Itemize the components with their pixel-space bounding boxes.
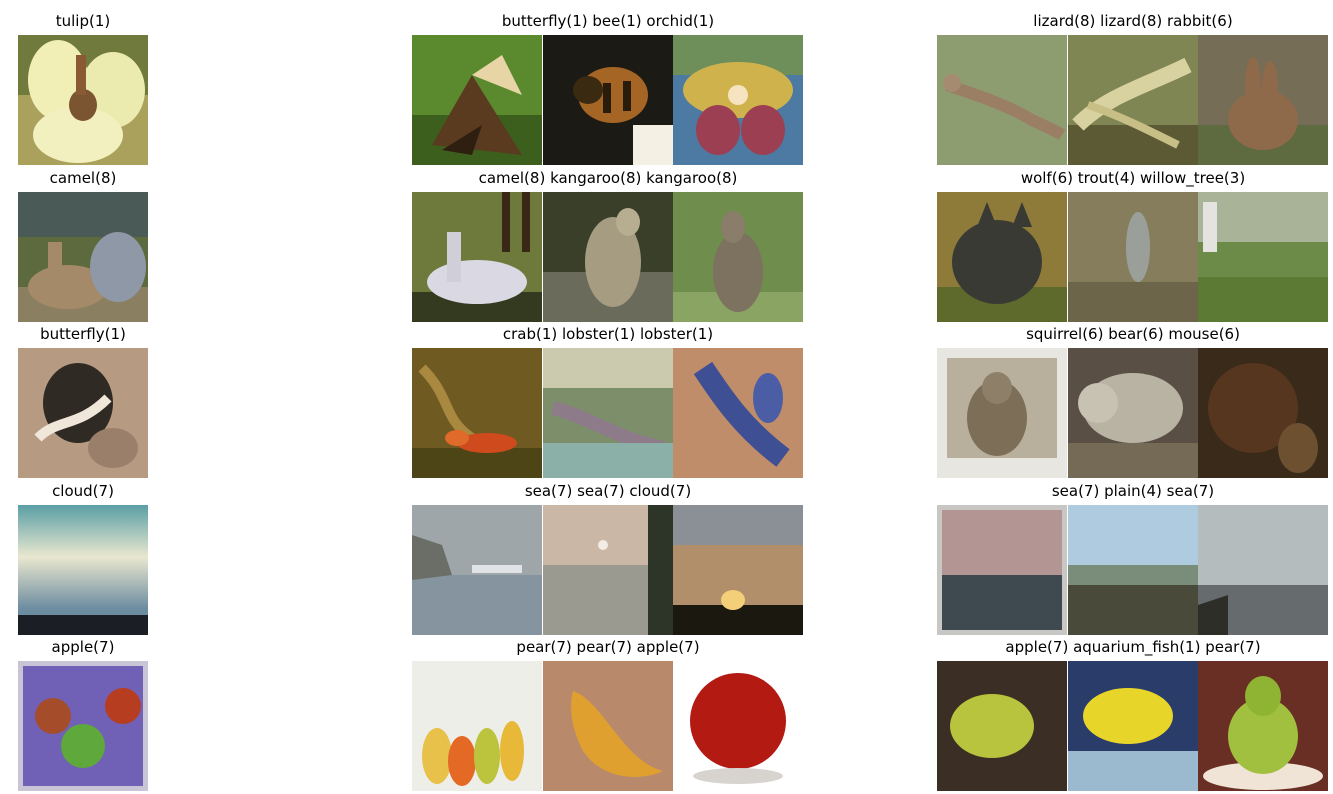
squirrel-image	[937, 348, 1067, 478]
lobster-image	[673, 348, 803, 478]
apple-image	[673, 661, 803, 791]
pear-image	[543, 661, 673, 791]
query-title: butterfly(1)	[40, 325, 126, 343]
butterfly-image	[412, 35, 542, 165]
aquarium-fish-image	[1068, 661, 1198, 791]
camel-image	[412, 192, 542, 322]
lobster-image	[543, 348, 673, 478]
query-title: apple(7)	[51, 638, 115, 656]
sea-image	[543, 505, 673, 635]
cloud-image	[18, 505, 148, 635]
lizard-image	[937, 35, 1067, 165]
bee-image	[543, 35, 673, 165]
apple-image	[937, 661, 1067, 791]
kangaroo-image	[673, 192, 803, 322]
tulip-image	[18, 35, 148, 165]
neighbors-title: butterfly(1) bee(1) orchid(1)	[501, 12, 715, 30]
neighbors-title: camel(8) kangaroo(8) kangaroo(8)	[478, 169, 738, 187]
neighbors-title: sea(7) sea(7) cloud(7)	[524, 482, 692, 500]
kangaroo-image	[543, 192, 673, 322]
pear-image	[412, 661, 542, 791]
bear-image	[1068, 348, 1198, 478]
crab-image	[412, 348, 542, 478]
sea-image	[1198, 505, 1328, 635]
pear-image	[1198, 661, 1328, 791]
lizard-image	[1068, 35, 1198, 165]
neighbors-title: lizard(8) lizard(8) rabbit(6)	[1033, 12, 1233, 30]
query-title: camel(8)	[49, 169, 117, 187]
neighbors-title: apple(7) aquarium_fish(1) pear(7)	[1005, 638, 1261, 656]
neighbors-title: crab(1) lobster(1) lobster(1)	[502, 325, 714, 343]
rabbit-image	[1198, 35, 1328, 165]
plain-image	[1068, 505, 1198, 635]
neighbors-title: squirrel(6) bear(6) mouse(6)	[1026, 325, 1240, 343]
apple-image	[18, 661, 148, 791]
cloud-image	[673, 505, 803, 635]
trout-image	[1068, 192, 1198, 322]
wolf-image	[937, 192, 1067, 322]
neighbors-title: pear(7) pear(7) apple(7)	[516, 638, 700, 656]
neighbors-title: sea(7) plain(4) sea(7)	[1051, 482, 1215, 500]
butterfly-image	[18, 348, 148, 478]
willow-tree-image	[1198, 192, 1328, 322]
neighbors-title: wolf(6) trout(4) willow_tree(3)	[1020, 169, 1246, 187]
query-title: cloud(7)	[52, 482, 114, 500]
query-title: tulip(1)	[55, 12, 111, 30]
orchid-image	[673, 35, 803, 165]
mouse-image	[1198, 348, 1328, 478]
camel-image	[18, 192, 148, 322]
sea-image	[412, 505, 542, 635]
sea-image	[937, 505, 1067, 635]
